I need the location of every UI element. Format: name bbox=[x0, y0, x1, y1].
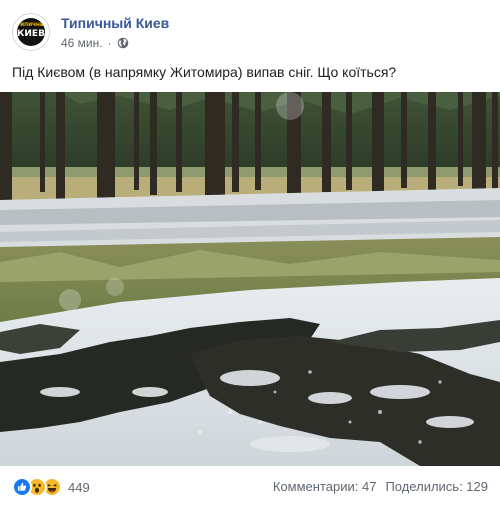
post-meta: 46 мин. · bbox=[61, 36, 129, 50]
globe-icon[interactable] bbox=[117, 37, 129, 49]
post-photo[interactable] bbox=[0, 92, 500, 466]
shares-count-link[interactable]: Поделились: 129 bbox=[385, 479, 488, 494]
post-text: Під Києвом (в напрямку Житомира) випав с… bbox=[12, 64, 397, 80]
meta-separator: · bbox=[107, 36, 112, 50]
avatar-logo-big-text: КИЕВ bbox=[17, 29, 45, 39]
post-timestamp[interactable]: 46 мин. bbox=[61, 36, 103, 50]
comments-count-link[interactable]: Комментарии: 47 bbox=[273, 479, 377, 494]
post-footer: 449 Комментарии: 47 Поделились: 129 bbox=[0, 466, 500, 510]
avatar[interactable]: ТИПИЧНЫЙ КИЕВ bbox=[12, 13, 50, 51]
page-name-link[interactable]: Типичный Киев bbox=[61, 15, 169, 31]
reactions-summary[interactable]: 449 bbox=[12, 477, 90, 497]
avatar-logo: ТИПИЧНЫЙ КИЕВ bbox=[17, 18, 45, 46]
post-stats: Комментарии: 47 Поделились: 129 bbox=[273, 479, 488, 494]
reaction-count: 449 bbox=[68, 479, 90, 495]
post-header: ТИПИЧНЫЙ КИЕВ Типичный Киев 46 мин. · bbox=[0, 0, 500, 56]
like-icon bbox=[12, 477, 32, 497]
